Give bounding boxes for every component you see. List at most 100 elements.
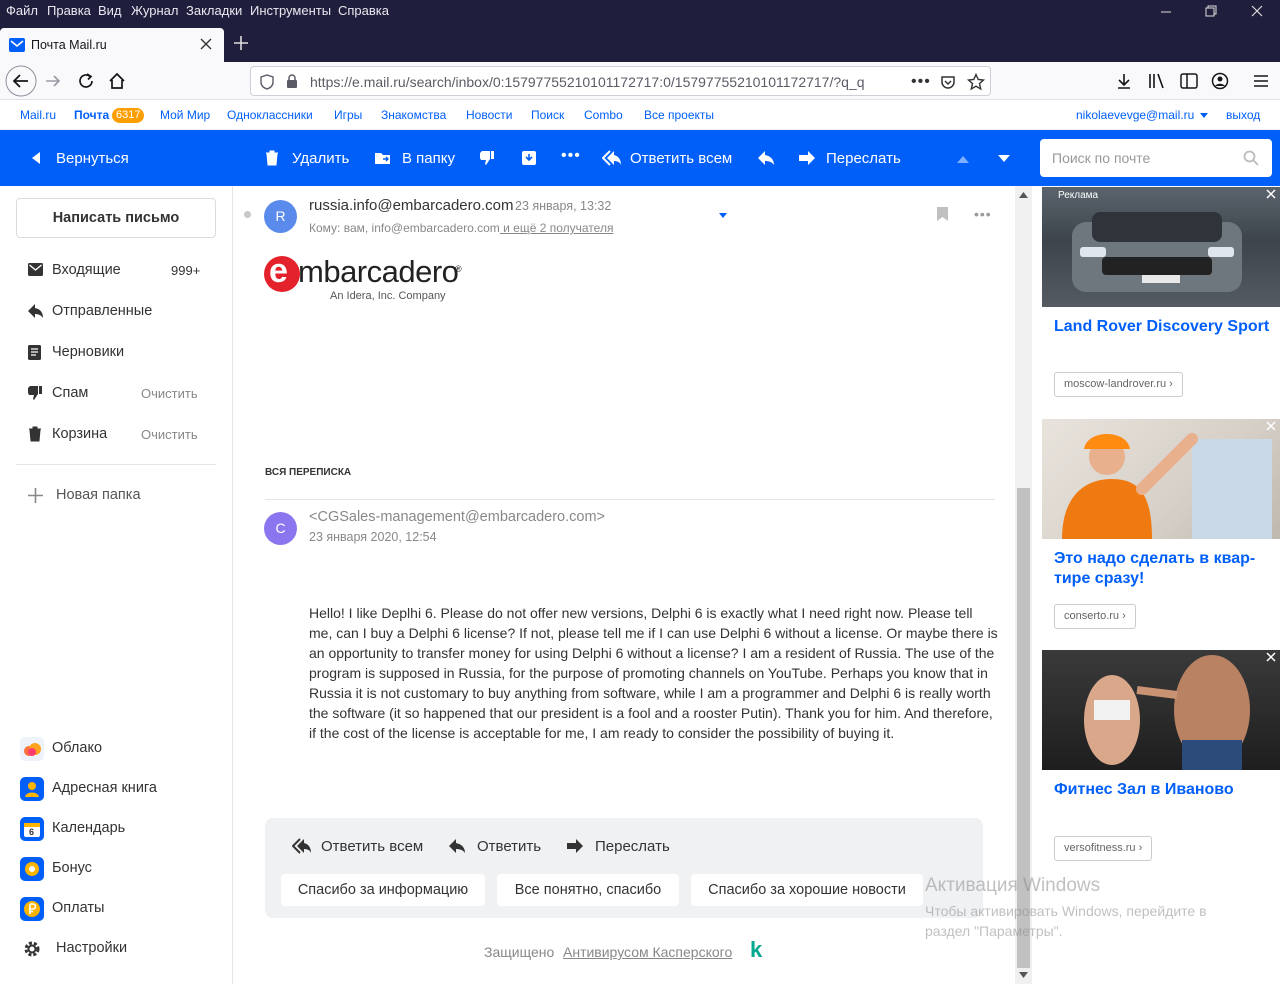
- menu-history[interactable]: Журнал: [131, 3, 178, 18]
- panel-reply-button[interactable]: Ответить: [477, 838, 541, 855]
- sender-email[interactable]: russia.info@embarcadero.com: [309, 197, 513, 214]
- portal-link-igry[interactable]: Игры: [334, 108, 362, 122]
- app-bonus[interactable]: Бонус: [52, 860, 92, 876]
- portal-link-znakomstva[interactable]: Знакомства: [381, 108, 446, 122]
- close-tab-icon[interactable]: [200, 38, 212, 50]
- minimize-icon[interactable]: [1160, 4, 1172, 18]
- message-more-icon[interactable]: •••: [974, 206, 992, 222]
- portal-link-novosti[interactable]: Новости: [466, 108, 512, 122]
- account-icon[interactable]: [1211, 72, 1229, 90]
- app-calendar[interactable]: Календарь: [52, 820, 125, 836]
- app-settings[interactable]: Настройки: [56, 940, 127, 956]
- library-icon[interactable]: [1148, 72, 1168, 90]
- browser-tab[interactable]: Почта Mail.ru: [0, 28, 224, 62]
- mail-search-input[interactable]: Поиск по почте: [1040, 139, 1272, 177]
- reload-icon[interactable]: [77, 72, 95, 90]
- restore-icon[interactable]: [1205, 4, 1217, 18]
- portal-link-moi-mir[interactable]: Мой Мир: [160, 108, 210, 122]
- bookmark-star-icon[interactable]: [967, 73, 985, 91]
- app-address-book[interactable]: Адресная книга: [52, 780, 157, 796]
- back-button[interactable]: Вернуться: [56, 150, 129, 167]
- ad-title-land-rover[interactable]: Land Rover Discovery Sport: [1054, 317, 1276, 337]
- app-cloud[interactable]: Облако: [52, 740, 102, 756]
- ad-domain-renovation[interactable]: conserto.ru ›: [1054, 604, 1136, 629]
- delete-button[interactable]: Удалить: [292, 150, 349, 167]
- user-email[interactable]: nikolaevevge@mail.ru: [1076, 108, 1194, 122]
- prev-message-icon[interactable]: [957, 155, 969, 163]
- back-icon[interactable]: [4, 64, 38, 98]
- ad-close-icon[interactable]: [1266, 421, 1278, 433]
- folder-spam[interactable]: Спам: [52, 385, 88, 401]
- menu-tools[interactable]: Инструменты: [250, 3, 331, 18]
- reply-all-button[interactable]: Ответить всем: [630, 150, 732, 167]
- ad-title-fitness[interactable]: Фитнес Зал в Иваново: [1054, 780, 1276, 800]
- app-payments[interactable]: Оплаты: [52, 900, 104, 916]
- portal-link-mailru[interactable]: Mail.ru: [20, 108, 56, 122]
- forward-button[interactable]: Переслать: [826, 150, 901, 167]
- home-icon[interactable]: [108, 72, 126, 90]
- ad-domain-land-rover[interactable]: moscow-landrover.ru ›: [1054, 372, 1183, 397]
- portal-link-all-projects[interactable]: Все проекты: [644, 108, 714, 122]
- quoted-sender-email[interactable]: <CGSales-management@embarcadero.com>: [309, 509, 605, 525]
- panel-reply-all-button[interactable]: Ответить всем: [321, 838, 423, 855]
- menu-bookmarks[interactable]: Закладки: [186, 3, 242, 18]
- sidebar-toggle-icon[interactable]: [1180, 72, 1198, 90]
- menu-edit[interactable]: Правка: [47, 3, 91, 18]
- recipients-line: Кому: вам, info@embarcadero.com и ещё 2 …: [309, 221, 613, 235]
- menu-file[interactable]: Файл: [6, 3, 38, 18]
- menu-view[interactable]: Вид: [98, 3, 122, 18]
- bookmark-flag-icon[interactable]: [937, 207, 948, 221]
- url-text[interactable]: https://e.mail.ru/search/inbox/0:1579775…: [310, 74, 875, 90]
- ad-image-land-rover[interactable]: Реклама: [1042, 187, 1280, 307]
- ad-close-icon[interactable]: [1266, 189, 1278, 201]
- folder-drafts[interactable]: Черновики: [52, 344, 124, 360]
- hamburger-menu-icon[interactable]: [1253, 73, 1269, 89]
- archive-icon[interactable]: [521, 150, 537, 166]
- more-recipients-link[interactable]: и ещё 2 получателя: [500, 221, 613, 235]
- scroll-down-icon[interactable]: [1019, 972, 1028, 978]
- quick-reply-good-news[interactable]: Спасибо за хорошие новости: [691, 874, 923, 906]
- menu-help[interactable]: Справка: [338, 3, 389, 18]
- lock-icon[interactable]: [286, 74, 298, 89]
- clear-spam-button[interactable]: Очистить: [141, 386, 198, 401]
- windows-activation-title: Активация Windows: [925, 875, 1101, 896]
- ad-image-fitness[interactable]: [1042, 650, 1280, 770]
- folder-inbox[interactable]: Входящие: [52, 262, 121, 278]
- page-actions-icon[interactable]: •••: [911, 73, 931, 91]
- search-icon[interactable]: [1243, 150, 1259, 166]
- spam-thumb-down-icon[interactable]: [479, 150, 495, 166]
- clear-trash-button[interactable]: Очистить: [141, 427, 198, 442]
- quick-reply-all-clear[interactable]: Все понятно, спасибо: [497, 874, 679, 906]
- tracking-shield-icon[interactable]: [260, 74, 274, 90]
- new-folder-button[interactable]: Новая папка: [56, 487, 141, 503]
- ad-image-renovation[interactable]: [1042, 419, 1280, 539]
- reply-icon[interactable]: [757, 150, 775, 166]
- folder-sent[interactable]: Отправленные: [52, 303, 152, 319]
- kaspersky-link[interactable]: Антивирусом Касперского: [563, 944, 732, 960]
- close-window-icon[interactable]: [1250, 4, 1264, 18]
- read-status-dot[interactable]: [244, 211, 251, 218]
- folder-trash[interactable]: Корзина: [52, 426, 107, 442]
- forward-icon[interactable]: [44, 72, 62, 90]
- ad-domain-fitness[interactable]: versofitness.ru ›: [1054, 836, 1153, 861]
- url-bar[interactable]: https://e.mail.ru/search/inbox/0:1579775…: [250, 66, 991, 96]
- reply-panel: Ответить всем Ответить Переслать Спасибо…: [265, 818, 983, 918]
- new-tab-icon[interactable]: [233, 35, 249, 51]
- ad-close-icon[interactable]: [1266, 652, 1278, 664]
- to-folder-button[interactable]: В папку: [402, 150, 455, 167]
- ad-title-renovation[interactable]: Это надо сделать в квар- тире сразу!: [1054, 549, 1276, 589]
- user-chevron-icon[interactable]: [1200, 113, 1208, 119]
- downloads-icon[interactable]: [1115, 72, 1133, 90]
- portal-link-combo[interactable]: Combo: [584, 108, 623, 122]
- portal-link-poisk[interactable]: Поиск: [531, 108, 564, 122]
- panel-forward-button[interactable]: Переслать: [595, 838, 670, 855]
- next-message-icon[interactable]: [998, 155, 1010, 163]
- compose-button[interactable]: Написать письмо: [16, 198, 216, 238]
- scroll-up-icon[interactable]: [1019, 192, 1028, 198]
- portal-link-odnoklassniki[interactable]: Одноклассники: [227, 108, 313, 122]
- more-actions-icon[interactable]: •••: [561, 147, 581, 165]
- portal-link-pochta[interactable]: Почта: [74, 108, 109, 122]
- quick-reply-thanks-info[interactable]: Спасибо за информацию: [281, 874, 485, 906]
- logout-link[interactable]: выход: [1226, 108, 1260, 122]
- pocket-icon[interactable]: [940, 74, 956, 90]
